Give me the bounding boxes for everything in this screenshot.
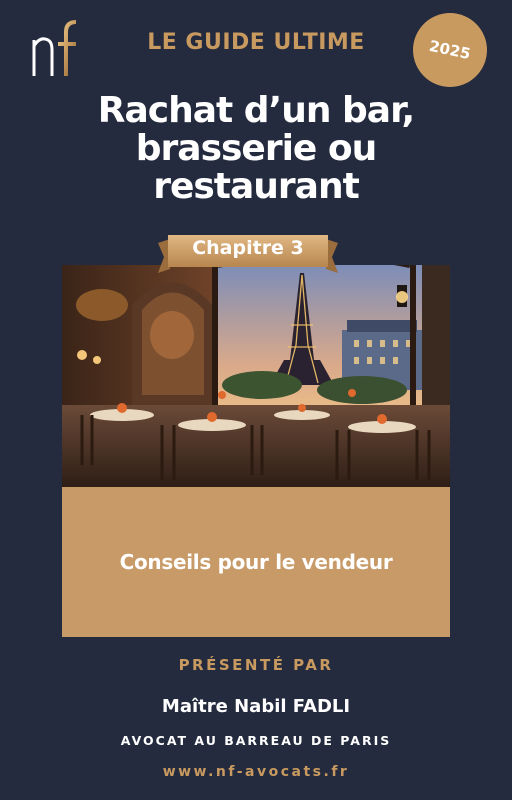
title-line-3: restaurant [153,166,360,207]
title-line-1: Rachat d’un bar, [97,90,415,131]
bar-affiliation: AVOCAT AU BARREAU DE PARIS [120,733,392,748]
year-text: 2025 [427,36,473,64]
title-line-2: brasserie ou [135,128,378,169]
author-name: Maître Nabil FADLI [161,696,351,717]
year-badge: 2025 [413,13,487,87]
subtitle-panel: Conseils pour le vendeur [62,487,450,637]
chapter-label: Chapitre 3 [192,237,304,259]
page-title: Rachat d’un bar, brasserie ou restaurant [20,92,492,206]
presented-by-label: PRÉSENTÉ PAR [178,656,334,674]
hero-image [62,265,450,487]
chapter-ribbon: Chapitre 3 [158,235,338,279]
website-link[interactable]: www.nf-avocats.fr [0,764,512,780]
subtitle: Conseils pour le vendeur [119,550,393,574]
